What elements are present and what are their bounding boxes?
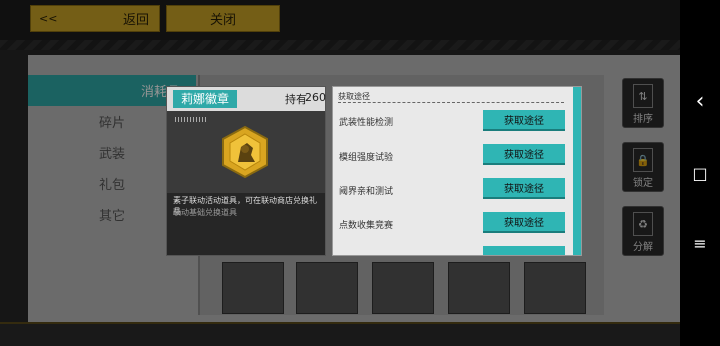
badge-icon: [222, 125, 268, 179]
item-artwork: [167, 111, 325, 193]
item-header: 莉娜徽章 持有 260: [167, 87, 326, 111]
game-screen: << 返回 关闭 消耗品 碎片 武装 礼包 其它 ⇅ 排序 🔒 锁定 ♻ 分解 …: [0, 0, 680, 346]
item-subdescription: 联动基础兑换道具: [173, 208, 237, 217]
source-name: 点数收集竞赛: [339, 221, 394, 231]
acquisition-panel: 获取途径 武装性能检测 获取途径 模组强度试验 获取途径 阈界亲和测试 获取途径…: [332, 86, 582, 256]
item-detail-panel: 莉娜徽章 持有 260 素子联动活动道具，可在联动商店兑换礼品 联动基础兑换道具: [166, 86, 326, 256]
hold-count: 260: [305, 91, 326, 104]
nav-menu-icon[interactable]: ≡: [680, 228, 720, 258]
acquire-button[interactable]: 获取途径: [483, 110, 565, 131]
nav-back-icon[interactable]: ‹: [680, 86, 720, 116]
source-name: 阈界亲和测试: [339, 187, 394, 197]
scrollbar[interactable]: [573, 87, 581, 255]
barcode-decoration: [175, 117, 207, 122]
system-nav-bar: ‹ □ ≡: [680, 0, 720, 346]
nav-home-icon[interactable]: □: [680, 158, 720, 188]
acquire-button[interactable]: 获取途径: [483, 212, 565, 233]
acquisition-title: 获取途径: [338, 92, 370, 101]
hold-label: 持有: [285, 93, 307, 106]
source-name: 模组强度试验: [339, 153, 394, 163]
item-name: 莉娜徽章: [173, 90, 237, 108]
divider: [338, 102, 564, 103]
acquire-button-partial[interactable]: [483, 246, 565, 255]
acquire-button[interactable]: 获取途径: [483, 144, 565, 165]
acquire-button[interactable]: 获取途径: [483, 178, 565, 199]
source-name: 武装性能检测: [339, 118, 394, 128]
